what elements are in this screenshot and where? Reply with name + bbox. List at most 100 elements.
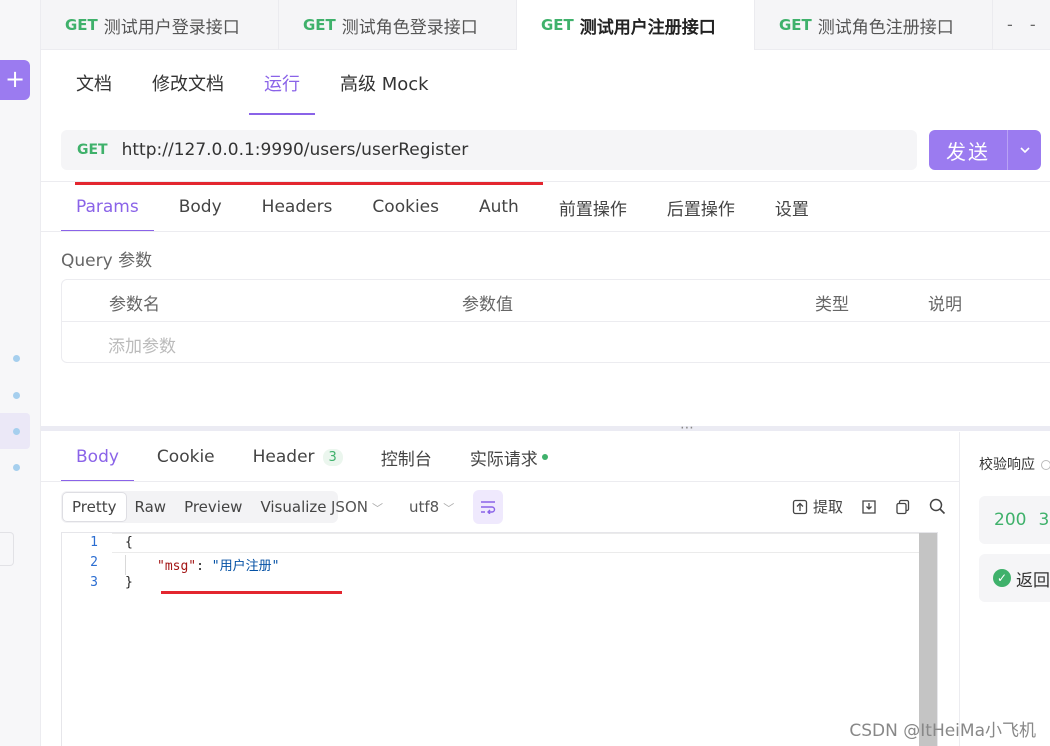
encoding-select[interactable]: utf8 ﹀ [409, 498, 454, 516]
response-tabs: Body Cookie Header 3 控制台 实际请求 [61, 432, 571, 482]
tree-dot-icon[interactable] [13, 355, 20, 362]
status-dot-icon [541, 454, 548, 460]
json-colon: : [196, 559, 212, 574]
table-header: 参数名 参数值 类型 说明 [62, 280, 1050, 322]
tab-cookies[interactable]: Cookies [357, 182, 454, 232]
method-badge: GET [541, 16, 574, 34]
tab-label: Header [252, 447, 315, 467]
current-line-highlight [112, 533, 919, 553]
response-body-editor[interactable]: 1 2 3 { "msg": "用户注册" } [61, 532, 938, 746]
return-label: 返回 [1016, 570, 1050, 591]
tree-dot-icon[interactable] [13, 428, 20, 435]
encoding-value: utf8 [409, 498, 440, 516]
method-badge: GET [303, 16, 336, 34]
tab-response-header[interactable]: Header 3 [238, 432, 358, 482]
code-line: "msg": "用户注册" [157, 555, 279, 574]
annotation-underline [161, 591, 342, 594]
code-line: { [125, 535, 133, 550]
add-icon[interactable]: + [0, 60, 30, 100]
line-number: 3 [90, 575, 98, 590]
tab-title: 测试角色登录接口 [341, 17, 478, 38]
tab-actual-request[interactable]: 实际请求 [455, 432, 563, 482]
view-preview[interactable]: Preview [175, 493, 251, 521]
status-card[interactable]: 200 3 [979, 496, 1050, 544]
chevron-down-icon: ﹀ [443, 502, 455, 515]
chevron-down-icon[interactable] [1008, 130, 1041, 170]
url-input[interactable]: http://127.0.0.1:9990/users/userRegister [122, 140, 469, 160]
query-params-label: Query 参数 [61, 251, 153, 271]
send-label[interactable]: 发送 [929, 130, 1007, 170]
params-table: 参数名 参数值 类型 说明 添加参数 [61, 279, 1050, 363]
save-icon[interactable] [861, 499, 877, 515]
more-tabs-icon[interactable]: - - [993, 0, 1042, 49]
view-raw[interactable]: Raw [126, 493, 176, 521]
header-count-badge: 3 [322, 448, 343, 466]
tree-dot-icon[interactable] [13, 392, 20, 399]
divider [41, 481, 959, 482]
doc-nav: 文档 修改文档 运行 高级 Mock [61, 50, 454, 116]
response-tools: 提取 [774, 496, 946, 517]
col-param-name: 参数名 [109, 295, 160, 315]
watermark: CSDN @ItHeiMa小飞机 [849, 721, 1036, 741]
json-value: "用户注册" [211, 559, 280, 574]
tab-role-login[interactable]: GET 测试角色登录接口 [279, 0, 517, 50]
extract-label: 提取 [812, 498, 843, 516]
search-icon[interactable] [929, 498, 946, 515]
rail-collapse-handle[interactable] [0, 532, 14, 566]
tab-run[interactable]: 运行 [249, 50, 315, 116]
tab-post-script[interactable]: 后置操作 [652, 182, 750, 232]
word-wrap-icon[interactable] [473, 490, 503, 524]
status-suffix: 3 [1038, 510, 1050, 530]
extract-button[interactable]: 提取 [792, 496, 843, 517]
tab-user-register[interactable]: GET 测试用户注册接口 [517, 0, 755, 50]
col-param-value: 参数值 [462, 295, 513, 315]
scrollbar[interactable] [919, 533, 937, 746]
tree-dot-icon[interactable] [13, 464, 20, 471]
url-bar[interactable]: GET http://127.0.0.1:9990/users/userRegi… [61, 130, 917, 170]
drag-handle-icon[interactable]: ⋯ [680, 420, 695, 436]
method-badge: GET [65, 16, 98, 34]
request-section-tabs: Params Body Headers Cookies Auth 前置操作 后置… [61, 182, 834, 232]
col-type: 类型 [815, 295, 849, 315]
tab-edit-doc[interactable]: 修改文档 [137, 50, 239, 116]
panel-splitter[interactable]: ⋯ [41, 420, 1050, 436]
validate-title: 校验响应 [979, 454, 1050, 474]
json-key: "msg" [157, 559, 197, 574]
tab-user-login[interactable]: GET 测试用户登录接口 [41, 0, 279, 50]
validate-title-text: 校验响应 [979, 457, 1035, 473]
tab-settings[interactable]: 设置 [760, 182, 824, 232]
line-number: 2 [90, 555, 98, 570]
help-icon[interactable] [1041, 460, 1050, 470]
tab-headers[interactable]: Headers [247, 182, 348, 232]
extract-icon [792, 499, 808, 514]
tab-mock[interactable]: 高级 Mock [325, 50, 444, 116]
tab-body[interactable]: Body [164, 182, 237, 232]
tab-label: 实际请求 [469, 449, 538, 470]
tab-auth[interactable]: Auth [464, 182, 534, 232]
add-param-input[interactable]: 添加参数 [108, 332, 176, 357]
format-value: JSON [331, 498, 368, 516]
method-badge[interactable]: GET [77, 142, 108, 158]
col-description: 说明 [928, 295, 962, 315]
line-gutter: 1 2 3 [62, 533, 112, 746]
tab-pre-script[interactable]: 前置操作 [544, 182, 642, 232]
tab-params[interactable]: Params [61, 182, 154, 232]
divider [41, 231, 1050, 232]
tab-title: 测试用户登录接口 [103, 17, 240, 38]
tab-console[interactable]: 控制台 [366, 432, 447, 482]
return-card[interactable]: ✓ 返回 [979, 554, 1050, 602]
tab-response-body[interactable]: Body [61, 432, 134, 482]
tab-role-register[interactable]: GET 测试角色注册接口 [755, 0, 993, 50]
send-button[interactable]: 发送 [929, 130, 1041, 170]
format-select[interactable]: JSON ﹀ [331, 498, 383, 516]
tab-doc[interactable]: 文档 [61, 50, 127, 116]
tab-title: 测试用户注册接口 [579, 17, 716, 38]
left-rail: + [0, 0, 41, 746]
view-pretty[interactable]: Pretty [63, 493, 126, 521]
response-toolbar: Pretty Raw Preview Visualize JSON ﹀ utf8 ﹀… [61, 490, 946, 524]
code-line: } [125, 575, 133, 590]
view-visualize[interactable]: Visualize [251, 493, 335, 521]
request-tab-bar: GET 测试用户登录接口 GET 测试角色登录接口 GET 测试用户注册接口 G… [41, 0, 1050, 50]
tab-response-cookie[interactable]: Cookie [142, 432, 230, 482]
copy-icon[interactable] [895, 499, 911, 515]
